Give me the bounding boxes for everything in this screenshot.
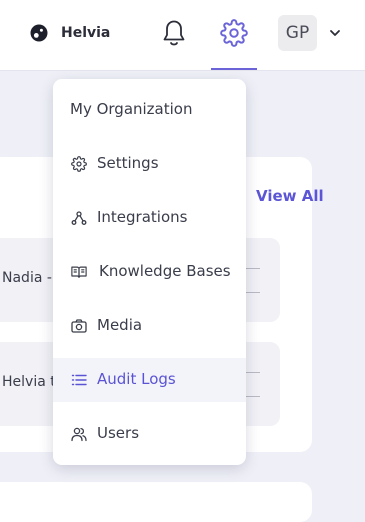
menu-item-label: Settings (97, 154, 159, 172)
menu-item-label: Knowledge Bases (99, 262, 231, 280)
book-icon (71, 266, 87, 278)
menu-item-label: Integrations (97, 208, 188, 226)
settings-menu-button[interactable] (214, 14, 254, 52)
list-icon (71, 374, 87, 386)
integrations-icon (71, 211, 87, 225)
menu-item-knowledge-bases[interactable]: Knowledge Bases (53, 250, 246, 294)
brand[interactable]: Helvia (30, 22, 110, 44)
menu-item-label: Audit Logs (97, 370, 176, 388)
user-avatar[interactable]: GP (278, 15, 317, 51)
chevron-down-icon (330, 30, 340, 36)
menu-item-settings[interactable]: Settings (53, 142, 246, 186)
gear-icon (220, 19, 248, 47)
gear-icon (71, 156, 87, 172)
camera-icon (71, 319, 87, 333)
row-divider (246, 292, 260, 293)
notifications-button[interactable] (159, 16, 189, 50)
account-dropdown-toggle[interactable] (328, 26, 342, 40)
row-divider (246, 372, 260, 373)
helvia-logo-icon (30, 24, 48, 42)
users-icon (71, 427, 87, 442)
menu-item-users[interactable]: Users (53, 412, 246, 456)
row-divider (246, 268, 260, 269)
row-divider (246, 396, 260, 397)
menu-item-media[interactable]: Media (53, 304, 246, 348)
menu-item-audit-logs[interactable]: Audit Logs (53, 358, 246, 402)
menu-item-label: Media (97, 316, 143, 334)
view-all-link[interactable]: View All (256, 187, 324, 205)
top-bar: Helvia GP (0, 0, 365, 71)
organization-menu: My Organization Settings Integrations Kn… (53, 79, 246, 465)
settings-active-indicator (211, 68, 257, 70)
menu-header: My Organization (70, 100, 193, 118)
bell-icon (163, 20, 185, 46)
content-card (0, 482, 312, 522)
menu-item-integrations[interactable]: Integrations (53, 196, 246, 240)
list-item-text: Nadia - (2, 270, 52, 286)
menu-item-label: Users (97, 424, 140, 442)
brand-name: Helvia (61, 25, 111, 41)
list-item-text: Helvia t (2, 374, 56, 390)
